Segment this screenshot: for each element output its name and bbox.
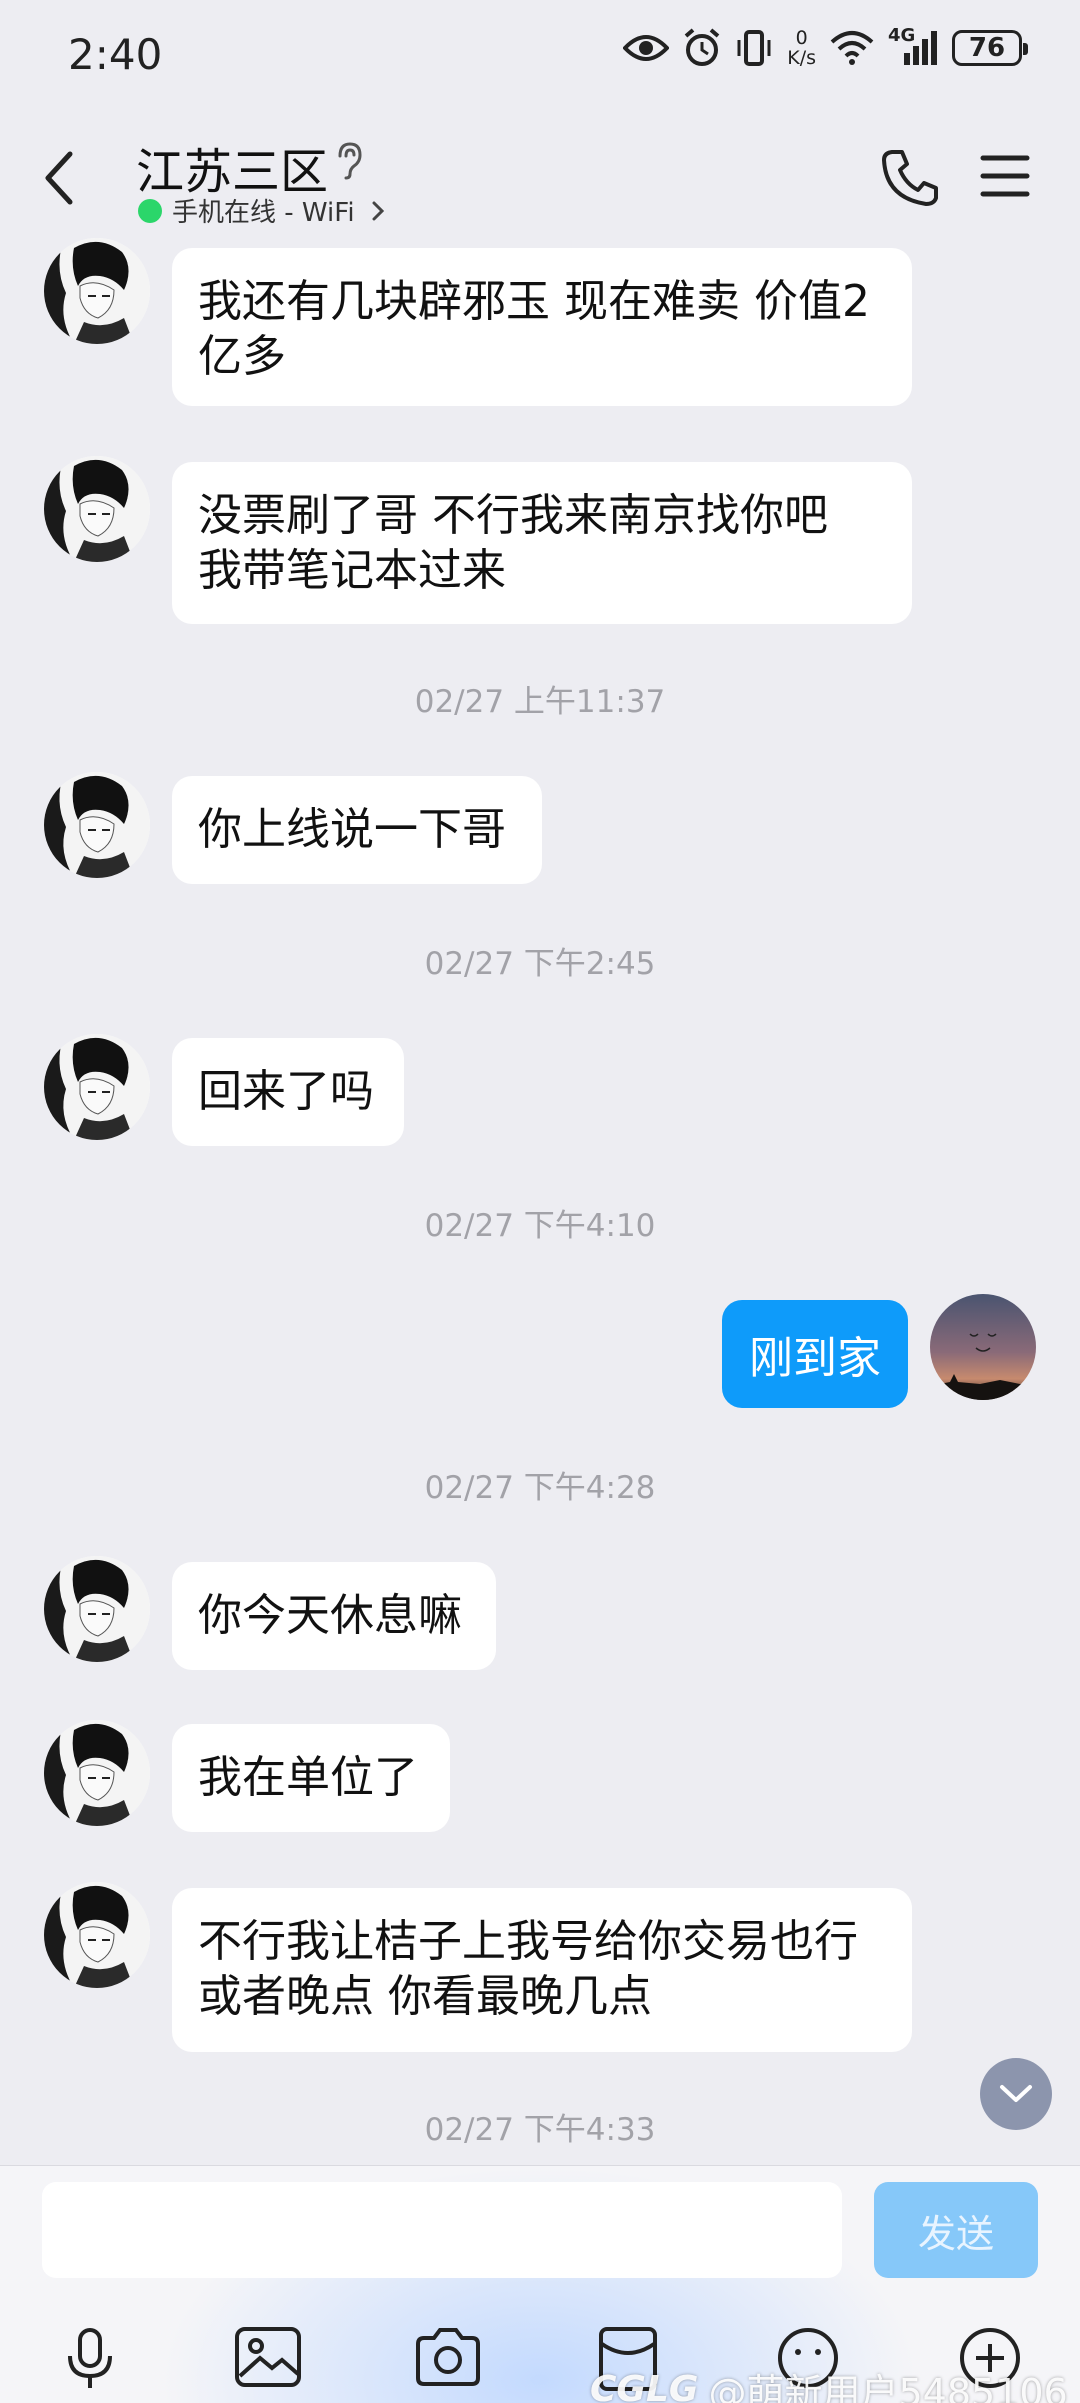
watermark: CGLG @萌新用户5485106: [590, 2362, 1068, 2403]
ear-icon: [338, 142, 362, 180]
chat-screen: 2:40 0 K/s 4G 76 江苏三区 手机在线 - WiFi 我还有几块辟…: [0, 0, 1080, 2403]
net-speed-value: 0: [795, 27, 808, 49]
scroll-down-icon: [1000, 2085, 1032, 2102]
phone-icon[interactable]: [882, 148, 938, 206]
timestamp: 02/27 下午4:28: [424, 1470, 656, 1506]
status-time: 2:40: [68, 30, 163, 79]
send-button[interactable]: 发送: [874, 2182, 1038, 2278]
input-bar: 发送 CGLG @萌新用户5485106: [0, 2165, 1080, 2403]
net-speed-unit: K/s: [787, 47, 816, 69]
battery-level: 76: [968, 33, 1006, 63]
message-bubble-incoming[interactable]: 回来了吗: [172, 1038, 404, 1146]
timestamp: 02/27 下午4:33: [424, 2112, 656, 2148]
contact-avatar[interactable]: [44, 456, 150, 562]
menu-icon[interactable]: [980, 154, 1030, 198]
chevron-right-icon: [372, 201, 384, 220]
battery-icon: 76: [952, 30, 1028, 66]
contact-avatar[interactable]: [44, 772, 150, 878]
net-speed: 0 K/s: [787, 28, 816, 68]
message-bubble-incoming[interactable]: 我还有几块辟邪玉 现在难卖 价值2 亿多: [172, 248, 912, 406]
online-dot: [138, 198, 162, 223]
watermark-logo: CGLG: [590, 2369, 699, 2403]
presence-status[interactable]: 手机在线 - WiFi: [138, 192, 385, 229]
message-text: 或者晚点 你看最晚几点: [198, 1971, 652, 2022]
camera-icon[interactable]: [414, 2326, 482, 2388]
alarm-icon: [684, 28, 720, 66]
status-icons: 0 K/s 4G 76: [623, 25, 1028, 68]
signal-icon: 4G: [888, 25, 938, 67]
message-input[interactable]: [42, 2182, 842, 2278]
message-text: 回来了吗: [198, 1066, 374, 1117]
presence-text: 手机在线 - WiFi: [172, 198, 355, 228]
microphone-icon[interactable]: [62, 2326, 118, 2392]
message-bubble-incoming[interactable]: 我在单位了: [172, 1724, 450, 1832]
contact-avatar[interactable]: [44, 1720, 150, 1826]
wifi-icon: [830, 31, 874, 65]
message-bubble-incoming[interactable]: 没票刷了哥 不行我来南京找你吧 我带笔记本过来: [172, 462, 912, 624]
contact-avatar[interactable]: [44, 1556, 150, 1662]
message-bubble-incoming[interactable]: 不行我让桔子上我号给你交易也行 或者晚点 你看最晚几点: [172, 1888, 912, 2052]
contact-avatar[interactable]: [44, 1882, 150, 1988]
my-avatar[interactable]: [930, 1294, 1036, 1400]
vibrate-icon: [737, 30, 771, 66]
message-text: 亿多: [198, 331, 286, 382]
message-bubble-incoming[interactable]: 你上线说一下哥: [172, 776, 542, 884]
timestamp: 02/27 下午2:45: [424, 946, 656, 982]
timestamp: 02/27 下午4:10: [424, 1208, 656, 1244]
watermark-text: @萌新用户5485106: [708, 2371, 1068, 2403]
message-bubble-outgoing[interactable]: 刚到家: [722, 1300, 908, 1408]
status-bar: 2:40 0 K/s 4G 76: [0, 0, 1080, 112]
message-text: 我带笔记本过来: [198, 545, 506, 596]
message-text: 不行我让桔子上我号给你交易也行: [198, 1916, 858, 1967]
message-text: 没票刷了哥 不行我来南京找你吧: [198, 490, 828, 541]
contact-avatar[interactable]: [44, 238, 150, 344]
message-text: 我在单位了: [198, 1752, 418, 1803]
eye-icon: [623, 35, 670, 61]
message-bubble-incoming[interactable]: 你今天休息嘛: [172, 1562, 496, 1670]
message-text: 你上线说一下哥: [198, 804, 506, 855]
scroll-down-button[interactable]: [980, 2058, 1052, 2130]
image-icon[interactable]: [234, 2326, 302, 2388]
message-text: 我还有几块辟邪玉 现在难卖 价值2: [198, 276, 870, 327]
timestamp: 02/27 上午11:37: [414, 684, 666, 720]
message-text: 刚到家: [749, 1333, 881, 1384]
chat-header: 江苏三区 手机在线 - WiFi: [0, 112, 1080, 244]
contact-avatar[interactable]: [44, 1034, 150, 1140]
message-text: 你今天休息嘛: [198, 1590, 462, 1641]
back-icon[interactable]: [36, 148, 84, 208]
